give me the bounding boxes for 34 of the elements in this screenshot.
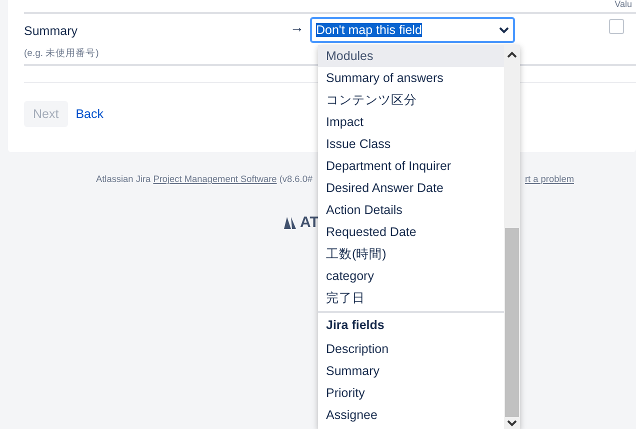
dropdown-option[interactable]: Requested Date [318,221,504,243]
field-select[interactable]: Don't map this field [310,17,515,43]
dropdown-option[interactable]: 完了日 [318,287,504,309]
dropdown-option[interactable]: Department of Inquirer [318,155,504,177]
field-hint: (e.g. 未使用番号) [24,47,99,60]
dropdown-option[interactable]: Impact [318,111,504,133]
atlassian-logo-icon [283,216,297,230]
version-text: (v8.6.0# [278,174,313,184]
field-label: Summary [24,24,78,38]
chevron-down-icon [499,26,509,34]
arrow-glyph: → [290,19,304,35]
dropdown-option[interactable]: コンテンツ区分 [318,89,504,111]
dropdown-option[interactable]: category [318,265,504,287]
dropdown-option[interactable]: Summary of answers [318,67,504,89]
scroll-down-icon[interactable] [507,420,517,427]
footer-text: Atlassian Jira [96,174,152,184]
dropdown-option[interactable]: Summary [318,360,504,382]
scrollbar[interactable] [504,45,520,429]
dropdown-option[interactable]: Assignee [318,404,504,426]
scroll-up-icon[interactable] [507,51,517,58]
dropdown-option[interactable]: Priority [318,382,504,404]
dropdown-option[interactable]: Issue Class [318,133,504,155]
report-problem-link[interactable]: rt a problem [524,174,574,184]
dropdown-option[interactable]: Modules [318,45,504,67]
dropdown-option[interactable]: Desired Answer Date [318,177,504,199]
product-link[interactable]: Project Management Software [153,174,277,184]
dropdown-option[interactable]: Description [318,338,504,360]
scroll-thumb[interactable] [505,228,519,417]
column-header: Valu [614,0,632,11]
back-link[interactable]: Back [76,107,104,121]
dropdown-option[interactable]: 工数(時間) [318,243,504,265]
checkbox[interactable] [609,19,624,34]
logo-text: AT [300,214,319,231]
dropdown-option[interactable]: Action Details [318,199,504,221]
